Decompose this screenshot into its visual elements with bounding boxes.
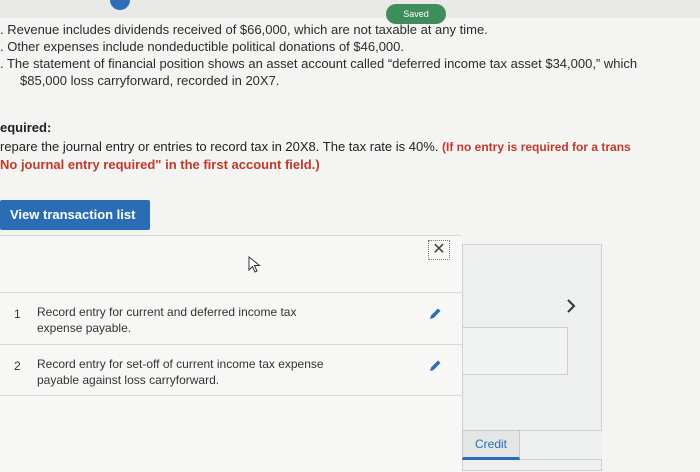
mouse-cursor-icon — [248, 256, 261, 273]
chevron-right-icon[interactable] — [565, 298, 577, 314]
top-bar — [0, 0, 700, 18]
problem-line-expenses: . Other expenses include nondeductible p… — [0, 39, 405, 54]
transaction-number: 2 — [14, 359, 21, 373]
transaction-number: 1 — [14, 307, 21, 321]
required-heading: equired: — [0, 120, 52, 135]
pencil-icon[interactable] — [428, 359, 442, 373]
transaction-description-line: Record entry for set-off of current inco… — [37, 357, 324, 371]
credit-column-header: Credit — [462, 430, 520, 460]
transaction-description-line: Record entry for current and deferred in… — [37, 305, 297, 319]
problem-line-revenue: . Revenue includes dividends received of… — [0, 22, 488, 37]
instruction-line: repare the journal entry or entries to r… — [0, 139, 631, 154]
instruction-text: repare the journal entry or entries to r… — [0, 139, 439, 154]
transaction-item[interactable]: 2 Record entry for set-off of current in… — [0, 344, 462, 396]
transaction-description-line: expense payable. — [37, 321, 132, 335]
transaction-description: Record entry for set-off of current inco… — [37, 356, 324, 388]
view-transaction-list-button[interactable]: View transaction list — [0, 200, 150, 230]
transaction-description: Record entry for current and deferred in… — [37, 304, 296, 336]
instruction-note: (If no entry is required for a trans — [442, 140, 631, 154]
problem-line-carryforward: $85,000 loss carryforward, recorded in 2… — [20, 73, 280, 88]
saved-badge: Saved — [386, 4, 446, 24]
journal-cell[interactable] — [462, 327, 568, 375]
credit-label: Credit — [474, 437, 507, 451]
pencil-icon[interactable] — [428, 307, 442, 321]
transaction-item[interactable]: 1 Record entry for current and deferred … — [0, 292, 462, 344]
credit-column-extension — [520, 430, 602, 460]
problem-line-statement: . The statement of financial position sh… — [0, 56, 638, 71]
transaction-description-line: payable against loss carryforward. — [37, 373, 220, 387]
close-icon[interactable]: ✕ — [428, 240, 450, 260]
instruction-note-2: No journal entry required" in the first … — [0, 157, 320, 172]
